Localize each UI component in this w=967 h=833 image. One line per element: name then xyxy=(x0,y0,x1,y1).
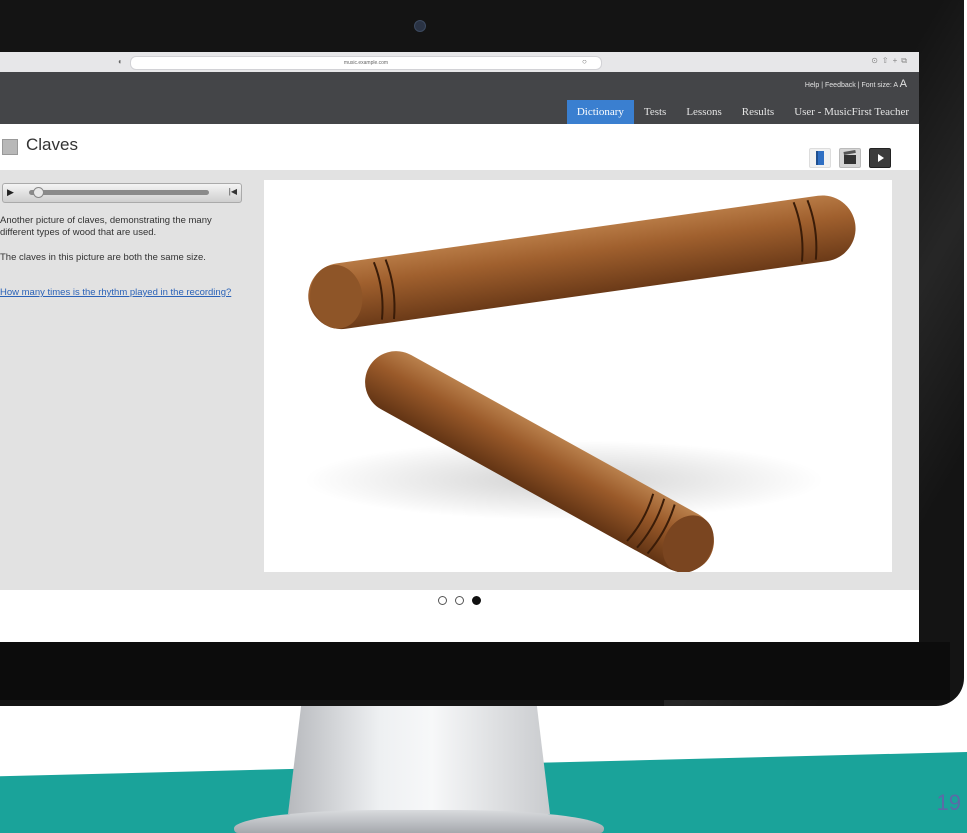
seek-handle[interactable] xyxy=(33,187,44,198)
description-text-2: The claves in this picture are both the … xyxy=(0,252,206,263)
browser-toolbar: ◐ music.example.com ○ ⊙⇧+⧉ xyxy=(0,52,919,73)
book-view-icon[interactable] xyxy=(809,148,831,168)
privacy-icon[interactable]: ◐ xyxy=(118,57,128,67)
reload-icon[interactable]: ○ xyxy=(582,57,592,67)
play-icon[interactable]: ▶ xyxy=(7,186,23,198)
new-tab-icon[interactable]: + xyxy=(893,56,902,65)
font-size-label: Font size: xyxy=(861,82,892,89)
carousel-pager xyxy=(0,590,919,642)
help-link[interactable]: Help xyxy=(805,82,819,89)
question-link[interactable]: How many times is the rhythm played in t… xyxy=(0,287,238,299)
skip-back-icon[interactable]: |◀ xyxy=(229,186,237,198)
browser-actions[interactable]: ⊙⇧+⧉ xyxy=(871,56,911,66)
font-smaller-button[interactable]: A xyxy=(893,82,897,89)
tab-user[interactable]: User - MusicFirst Teacher xyxy=(784,100,919,124)
progress-track[interactable] xyxy=(29,190,209,195)
monitor-stand xyxy=(288,706,550,814)
font-larger-button[interactable]: A xyxy=(900,78,907,90)
monitor-stand-base xyxy=(234,810,604,833)
download-icon[interactable]: ⊙ xyxy=(871,56,882,65)
audio-player: ▶ |◀ xyxy=(2,183,242,203)
pager-dot-2[interactable] xyxy=(455,596,464,605)
film-view-icon[interactable] xyxy=(839,148,861,168)
page-title: Claves xyxy=(26,135,78,154)
share-icon[interactable]: ⇧ xyxy=(882,56,893,65)
tab-dictionary[interactable]: Dictionary xyxy=(566,100,634,124)
main-tabs: Dictionary Tests Lessons Results User - … xyxy=(566,100,919,124)
view-switcher xyxy=(809,148,891,168)
camera-icon xyxy=(414,20,426,32)
header-links: Help | Feedback | Font size: A A xyxy=(804,78,907,90)
address-bar[interactable]: music.example.com xyxy=(130,56,602,70)
app-header: Help | Feedback | Font size: A A Diction… xyxy=(0,72,919,124)
monitor-chin xyxy=(0,642,950,700)
video-view-icon[interactable] xyxy=(869,148,891,168)
pager-dot-3[interactable] xyxy=(472,596,481,605)
tab-tests[interactable]: Tests xyxy=(634,100,676,124)
screen: ◐ music.example.com ○ ⊙⇧+⧉ Help | Feedba… xyxy=(0,52,919,642)
content-area: ▶ |◀ Another picture of claves, demonstr… xyxy=(0,170,919,590)
feedback-link[interactable]: Feedback xyxy=(825,82,856,89)
instrument-icon xyxy=(2,139,18,155)
pager-dot-1[interactable] xyxy=(438,596,447,605)
tab-results[interactable]: Results xyxy=(732,100,784,124)
slide-number: 19 xyxy=(936,790,961,815)
title-row: Claves xyxy=(0,124,919,171)
tabs-icon[interactable]: ⧉ xyxy=(901,56,911,65)
tab-lessons[interactable]: Lessons xyxy=(676,100,731,124)
description-text: Another picture of claves, demonstrating… xyxy=(0,215,212,238)
claves-image xyxy=(264,180,892,573)
